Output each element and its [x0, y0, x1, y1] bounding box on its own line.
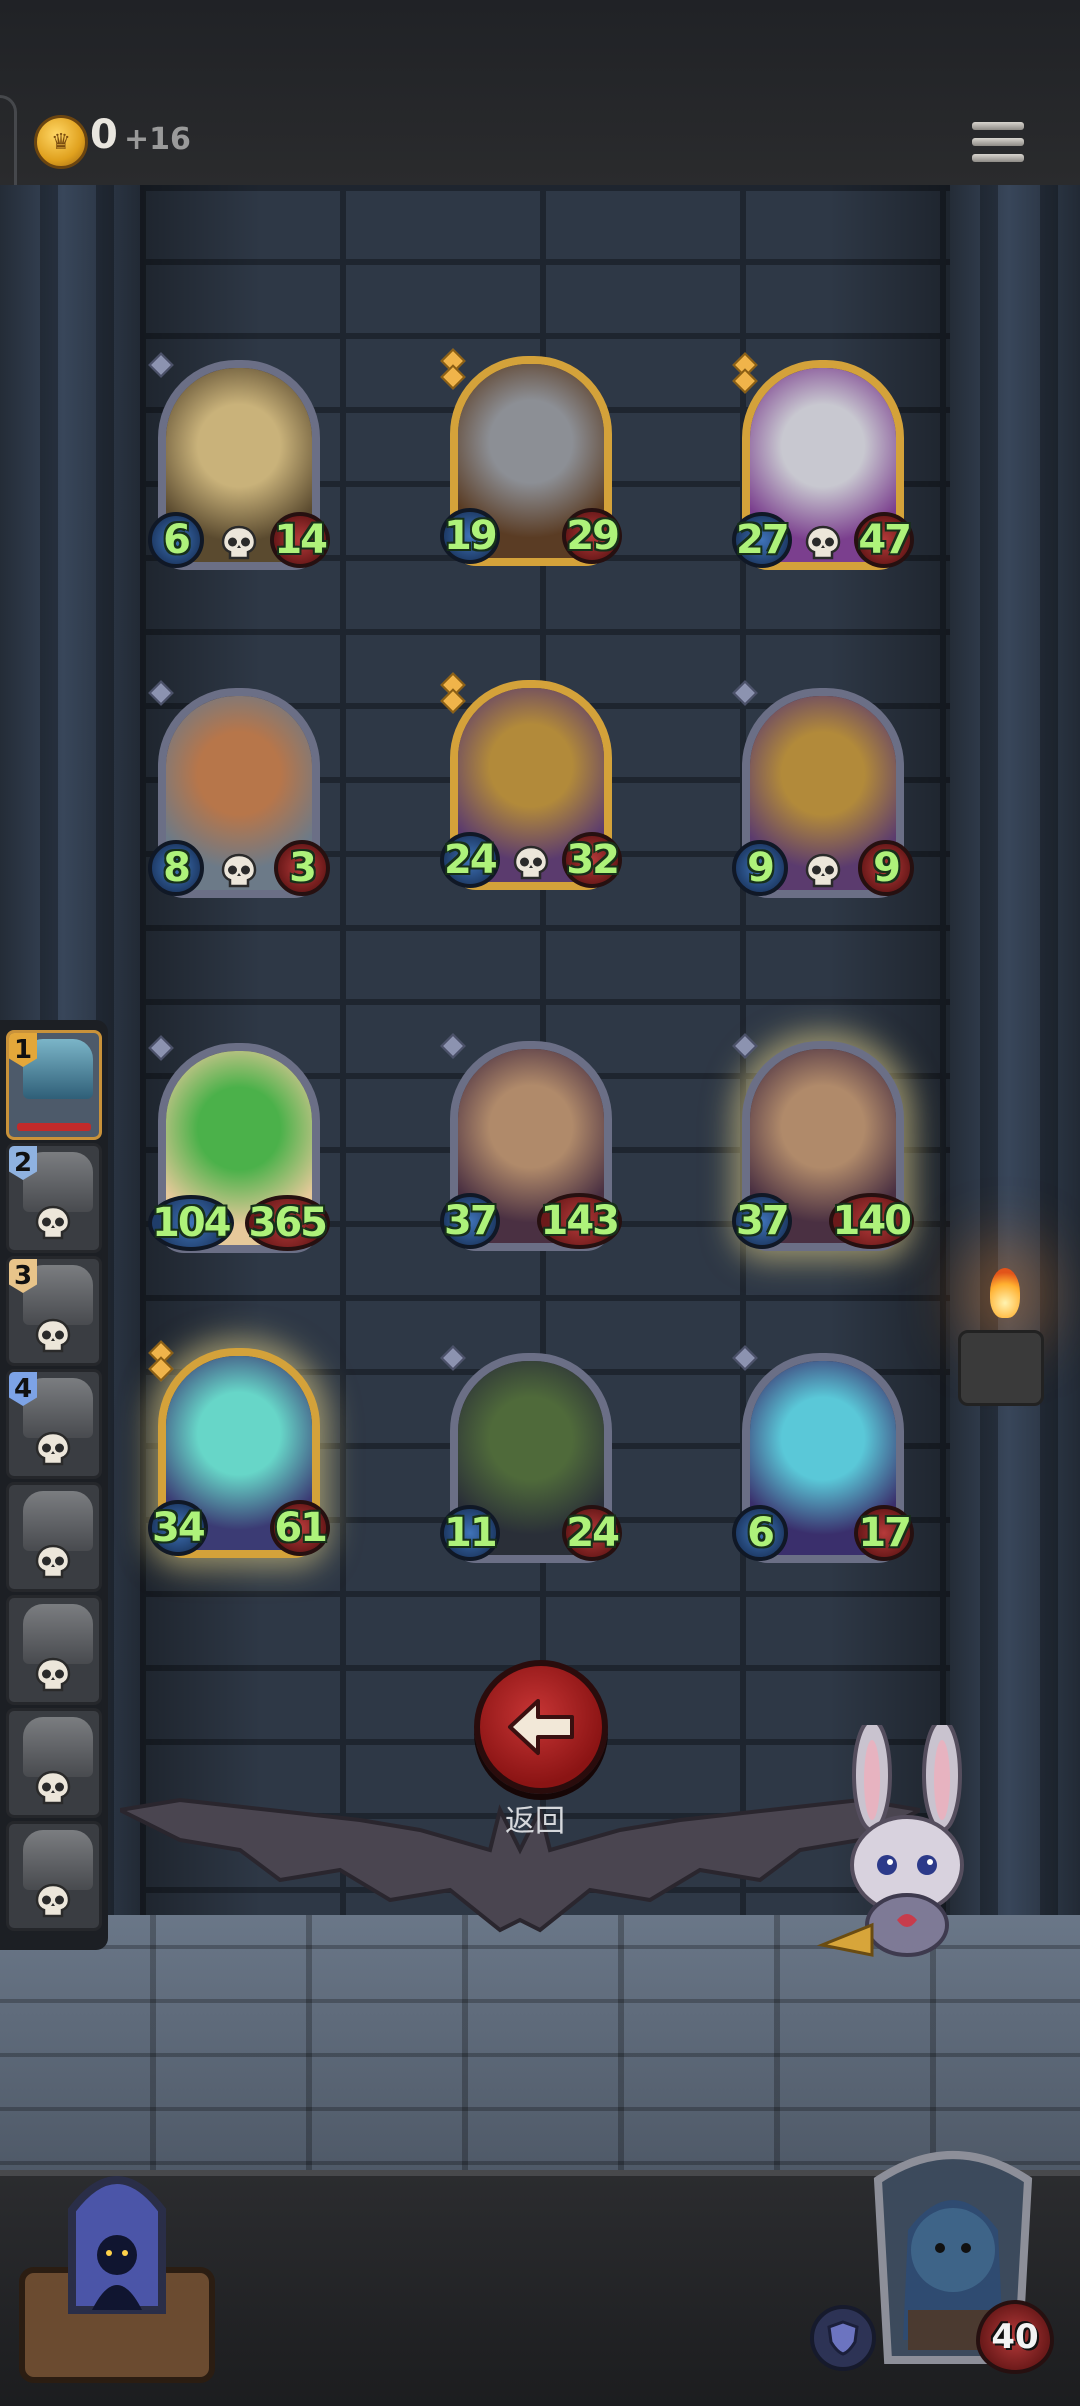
skull-icon: [512, 844, 550, 882]
attack-value: 19: [440, 508, 500, 564]
shield-button[interactable]: [810, 2305, 876, 2371]
health-value: 17: [854, 1505, 914, 1561]
torch-holder: [958, 1330, 1044, 1406]
back-button[interactable]: [474, 1660, 608, 1794]
attack-value: 6: [732, 1505, 788, 1561]
queue-portrait: [23, 1717, 93, 1777]
skull-icon: [34, 1656, 72, 1694]
health-value: 9: [858, 840, 914, 896]
attack-value: 6: [148, 512, 204, 568]
skull-icon: [34, 1317, 72, 1355]
minion-card[interactable]: 27 47: [732, 352, 914, 584]
attack-value: 11: [440, 1505, 500, 1561]
health-value: 143: [536, 1193, 622, 1249]
health-value: 32: [562, 832, 622, 888]
gold-income: +16: [124, 122, 191, 157]
encounter-queue: 1234: [0, 1020, 108, 1950]
attack-value: 8: [148, 840, 204, 896]
skull-icon: [34, 1769, 72, 1807]
attack-value: 37: [440, 1193, 500, 1249]
minion-card[interactable]: 37 143: [440, 1033, 622, 1265]
hamburger-menu-icon[interactable]: [972, 122, 1024, 174]
attack-value: 34: [148, 1500, 208, 1556]
arrow-left-icon: [508, 1699, 574, 1755]
torch-flame-icon: [990, 1268, 1020, 1318]
crown-coin-icon: ♛: [34, 115, 88, 169]
attack-value: 104: [148, 1195, 234, 1251]
queue-portrait: [23, 1491, 93, 1551]
minion-card[interactable]: 24 32: [440, 672, 622, 904]
health-bar: [17, 1123, 91, 1131]
health-value: 61: [270, 1500, 330, 1556]
minion-card[interactable]: 11 24: [440, 1345, 622, 1577]
dungeon-door-icon[interactable]: [12, 2160, 222, 2390]
queue-slot[interactable]: 1: [6, 1030, 102, 1140]
gold-amount: 0: [90, 112, 118, 158]
health-value: 3: [274, 840, 330, 896]
queue-portrait: [23, 1830, 93, 1890]
minion-card[interactable]: 34 61: [148, 1340, 330, 1572]
queue-slot[interactable]: 4: [6, 1369, 102, 1479]
queue-slot[interactable]: [6, 1482, 102, 1592]
minion-card[interactable]: 6 14: [148, 352, 330, 584]
skull-icon: [220, 524, 258, 562]
attack-value: 37: [732, 1193, 792, 1249]
skull-icon: [34, 1430, 72, 1468]
queue-portrait: [23, 1604, 93, 1664]
skull-icon: [34, 1543, 72, 1581]
health-value: 140: [828, 1193, 914, 1249]
health-value: 29: [562, 508, 622, 564]
attack-value: 9: [732, 840, 788, 896]
skull-icon: [34, 1882, 72, 1920]
minion-card[interactable]: 104 365: [148, 1035, 330, 1267]
minion-card[interactable]: 99: [732, 680, 914, 912]
skull-icon: [34, 1204, 72, 1242]
back-label: 返回: [505, 1804, 565, 1839]
top-bar: ♛ 0 +16: [0, 0, 1080, 271]
attack-value: 27: [732, 512, 792, 568]
skull-icon: [804, 524, 842, 562]
hero-health: 40: [976, 2300, 1054, 2374]
minion-card[interactable]: 19 29: [440, 348, 622, 580]
health-value: 47: [854, 512, 914, 568]
queue-slot[interactable]: [6, 1595, 102, 1705]
health-value: 365: [244, 1195, 330, 1251]
health-value: 24: [562, 1505, 622, 1561]
skull-icon: [804, 852, 842, 890]
shield-icon: [827, 2320, 859, 2356]
minion-card[interactable]: 37 140: [732, 1033, 914, 1265]
skull-icon: [220, 852, 258, 890]
health-value: 14: [270, 512, 330, 568]
queue-slot[interactable]: 3: [6, 1256, 102, 1366]
queue-slot[interactable]: 2: [6, 1143, 102, 1253]
minion-card[interactable]: 83: [148, 680, 330, 912]
bunny-mascot-icon[interactable]: [812, 1725, 1002, 1985]
minion-card[interactable]: 6 17: [732, 1345, 914, 1577]
right-pillar: [950, 185, 1080, 1920]
queue-slot[interactable]: [6, 1708, 102, 1818]
queue-slot[interactable]: [6, 1821, 102, 1931]
attack-value: 24: [440, 832, 500, 888]
